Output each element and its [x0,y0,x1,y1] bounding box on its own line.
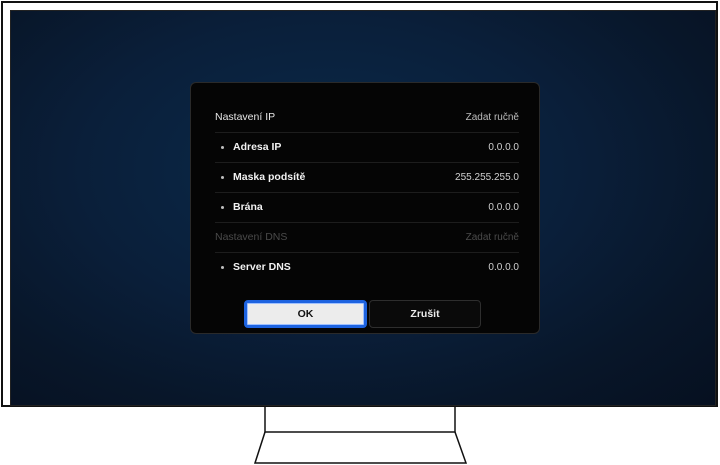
tv-stand [253,407,468,464]
